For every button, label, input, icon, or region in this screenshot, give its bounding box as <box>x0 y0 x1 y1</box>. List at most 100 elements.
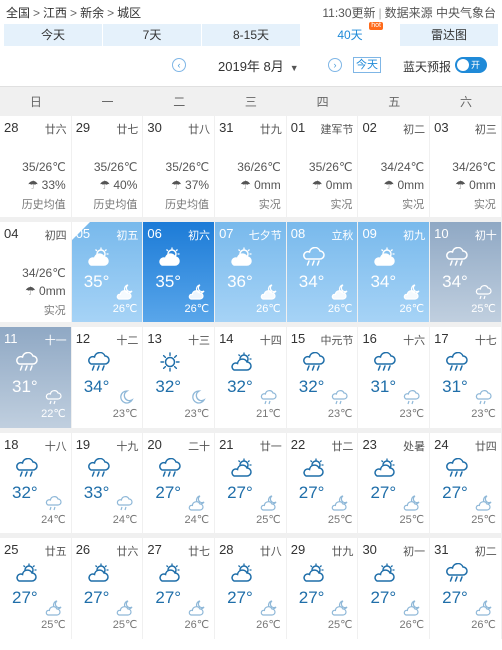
data-type-note: 实况 <box>43 304 66 317</box>
night-rain-icon <box>475 389 493 405</box>
day-cell-forecast[interactable]: 23 处暑 27° 25℃ <box>358 432 430 533</box>
day-cell-forecast[interactable]: 16 十六 31° 23℃ <box>358 327 430 428</box>
umbrella-icon: ☂ <box>239 178 251 192</box>
high-temp: 27° <box>370 482 397 502</box>
lunar-date: 七夕节 <box>248 229 282 242</box>
breadcrumb-national[interactable]: 全国 <box>6 6 30 20</box>
day-cell-forecast[interactable]: 26 廿六 27° 25℃ <box>71 538 143 639</box>
day-cell-history[interactable]: 30 廿八 35/26℃ ☂ 37% 历史均值 <box>143 116 215 217</box>
day-number: 21 <box>219 436 234 452</box>
night-partly-cloudy-night-icon <box>260 283 278 300</box>
blue-sky-toggle[interactable]: 开 <box>455 57 487 73</box>
night-rain-icon <box>45 495 63 511</box>
day-cell-forecast[interactable]: 08 立秋 34° 26℃ <box>286 221 358 322</box>
breadcrumb-province[interactable]: 江西 <box>43 6 67 20</box>
day-cell-history[interactable]: 29 廿七 35/26℃ ☂ 40% 历史均值 <box>71 116 143 217</box>
weekday-mon: 一 <box>101 95 114 109</box>
day-cell-history[interactable]: 28 廿六 35/26℃ ☂ 33% 历史均值 <box>0 116 71 217</box>
umbrella-icon: ☂ <box>99 178 110 192</box>
day-cell-history[interactable]: 03 初三 34/26℃ ☂ 0mm 实况 <box>430 116 501 217</box>
partly-cloudy-icon <box>372 563 398 583</box>
day-cell-forecast[interactable]: 11 十一 31° 22℃ <box>0 327 71 428</box>
day-cell-forecast[interactable]: 31 初二 27° 26℃ <box>430 538 501 639</box>
high-temp: 32° <box>12 482 38 502</box>
day-cell-forecast[interactable]: 15 中元节 32° 23℃ <box>286 327 358 428</box>
night-partly-cloudy-night-icon <box>188 600 206 616</box>
tab-40days[interactable]: 40天 hot <box>301 22 400 46</box>
day-cell-history[interactable]: 01 建军节 35/26℃ ☂ 0mm 实况 <box>286 116 358 217</box>
day-number: 18 <box>4 436 19 452</box>
tab-radar[interactable]: 雷达图 <box>400 24 498 46</box>
umbrella-icon: ☂ <box>27 178 39 192</box>
tab-today[interactable]: 今天 <box>4 24 103 46</box>
high-temp: 31° <box>442 377 468 396</box>
day-cell-forecast[interactable]: 09 初九 34° 26℃ <box>358 221 430 322</box>
day-cell-forecast[interactable]: 22 廿二 27° 25℃ <box>286 432 358 533</box>
day-cell-forecast[interactable]: 30 初一 27° 26℃ <box>358 538 430 639</box>
precip-text: 0mm <box>469 178 496 192</box>
night-rain-icon <box>403 389 421 405</box>
low-temp: 22℃ <box>41 408 66 420</box>
day-cell-history[interactable]: 02 初二 34/24℃ ☂ 0mm 实况 <box>358 116 430 217</box>
low-temp: 23℃ <box>112 408 138 420</box>
high-temp: 36° <box>227 271 253 291</box>
partly-cloudy-icon <box>372 458 398 478</box>
lunar-date: 十七 <box>474 335 497 347</box>
partly-cloudy-icon <box>372 247 398 267</box>
rain-icon <box>444 457 470 478</box>
day-number: 26 <box>75 542 91 557</box>
toggle-knob <box>457 59 469 71</box>
precip-text: 37% <box>185 178 210 192</box>
day-cell-forecast[interactable]: 14 十四 32° 21℃ <box>215 327 286 428</box>
lunar-date: 廿九 <box>259 124 282 136</box>
day-cell-forecast[interactable]: 13 十三 32° 23℃ <box>143 327 215 428</box>
precip-value: ☂ 0mm <box>240 178 281 192</box>
day-cell-forecast[interactable]: 17 十七 31° 23℃ <box>430 327 501 428</box>
day-cell-forecast[interactable]: 19 十九 33° 24℃ <box>71 432 143 533</box>
prev-month-button[interactable]: ‹ <box>172 58 186 72</box>
tab-7days[interactable]: 7天 <box>103 24 202 46</box>
night-partly-cloudy-night-icon <box>116 600 134 616</box>
day-cell-forecast[interactable]: 07 七夕节 36° 26℃ <box>215 221 286 322</box>
month-select[interactable]: 2019年 8月 ▼ <box>218 56 299 75</box>
breadcrumb-city[interactable]: 新余 <box>80 6 104 20</box>
day-cell-forecast[interactable]: 25 廿五 27° 25℃ <box>0 538 71 639</box>
data-type-note: 实况 <box>402 199 425 211</box>
weekday-tue: 二 <box>173 95 186 109</box>
data-type-note: 历史均值 <box>165 199 210 211</box>
sun-icon <box>157 352 183 372</box>
lunar-date: 廿五 <box>44 546 67 558</box>
tab-8-15days[interactable]: 8-15天 <box>202 24 301 46</box>
high-temp: 33° <box>83 482 110 502</box>
day-cell-forecast[interactable]: 29 廿九 27° 25℃ <box>286 538 358 639</box>
day-cell-history[interactable]: 31 廿九 36/26℃ ☂ 0mm 实况 <box>215 116 286 217</box>
day-cell-forecast[interactable]: 10 初十 34° 25℃ <box>430 221 501 322</box>
day-cell-forecast[interactable]: 18 十八 32° 24℃ <box>0 432 71 533</box>
day-number: 08 <box>290 225 306 241</box>
day-cell-forecast[interactable]: 20 二十 27° 24℃ <box>143 432 215 533</box>
weekday-thu: 四 <box>316 95 329 109</box>
night-partly-cloudy-night-icon <box>475 600 493 616</box>
day-cell-history[interactable]: 04 初四 34/26℃ ☂ 0mm 实况 <box>0 221 71 322</box>
night-rain-icon <box>331 389 349 405</box>
lunar-date: 廿九 <box>331 546 354 558</box>
day-cell-forecast[interactable]: 24 廿四 27° 25℃ <box>430 432 501 533</box>
day-cell-forecast[interactable]: 21 廿一 27° 25℃ <box>215 432 286 533</box>
day-cell-forecast[interactable]: 05 初五 35° 26℃ <box>71 221 143 322</box>
high-temp: 27° <box>298 482 325 502</box>
high-temp: 27° <box>442 588 468 607</box>
rain-icon <box>301 352 327 372</box>
next-month-button[interactable]: › <box>328 58 342 72</box>
day-number: 29 <box>290 542 306 557</box>
day-cell-forecast[interactable]: 12 十二 34° 23℃ <box>71 327 143 428</box>
today-button[interactable]: 今天 <box>353 57 381 73</box>
day-cell-forecast[interactable]: 28 廿八 27° 26℃ <box>215 538 286 639</box>
day-cell-forecast[interactable]: 27 廿七 27° 26℃ <box>143 538 215 639</box>
day-number: 19 <box>75 436 91 452</box>
day-cell-forecast[interactable]: 06 初六 35° 26℃ <box>143 221 215 322</box>
lunar-date: 初六 <box>188 229 211 242</box>
lunar-date: 十一 <box>44 335 67 347</box>
high-temp: 35° <box>155 271 182 291</box>
low-temp: 26℃ <box>327 302 353 315</box>
night-partly-cloudy-night-icon <box>331 283 349 300</box>
